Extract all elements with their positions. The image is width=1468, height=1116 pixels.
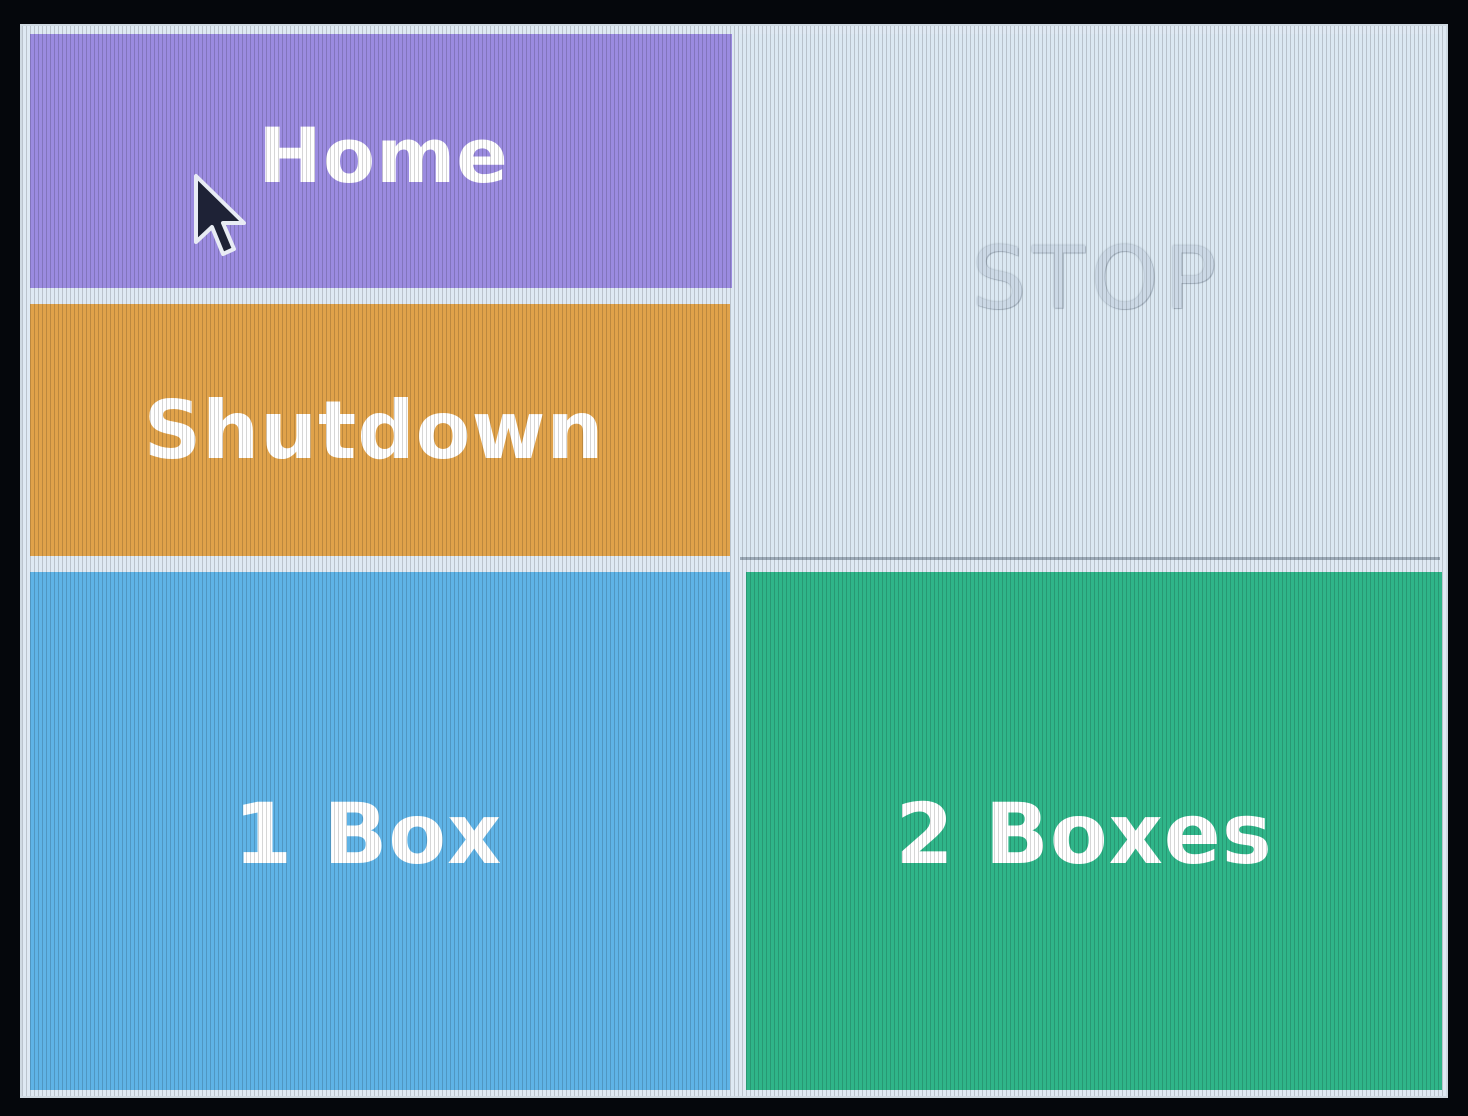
home-button[interactable]: Home <box>30 34 732 288</box>
home-button-label: Home <box>258 110 509 200</box>
stop-button[interactable]: STOP <box>740 34 1440 560</box>
two-boxes-button-label: 2 Boxes <box>895 785 1273 883</box>
stop-button-label: STOP <box>971 228 1223 329</box>
one-box-button[interactable]: 1 Box <box>30 572 730 1090</box>
two-boxes-button[interactable]: 2 Boxes <box>746 572 1442 1090</box>
touch-panel-screen: Home Shutdown STOP 1 Box 2 Boxes <box>20 24 1448 1098</box>
shutdown-button[interactable]: Shutdown <box>30 304 730 556</box>
shutdown-button-label: Shutdown <box>143 383 605 477</box>
mouse-pointer-icon <box>194 174 246 256</box>
one-box-button-label: 1 Box <box>233 785 503 883</box>
